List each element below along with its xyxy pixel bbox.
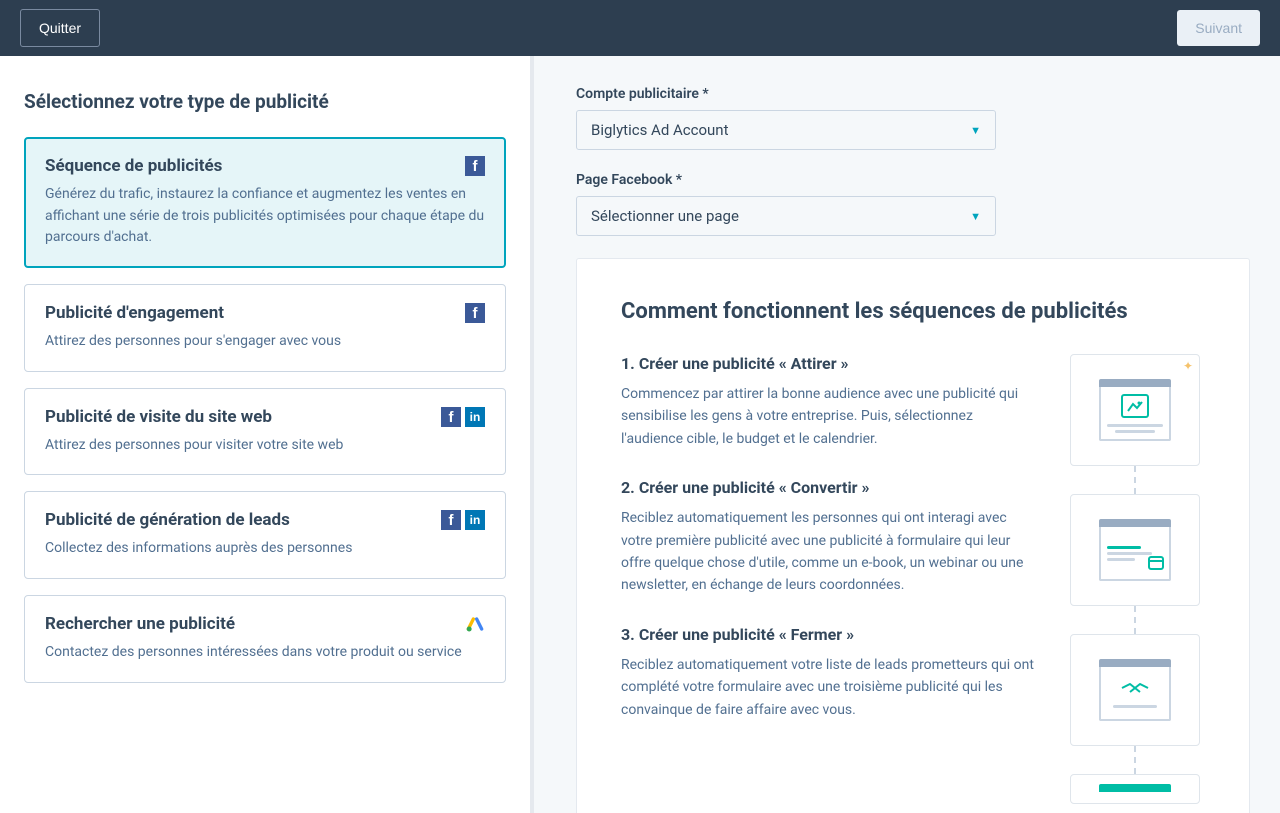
ad-type-card-lead-gen[interactable]: Publicité de génération de leads f in Co…	[24, 491, 506, 579]
right-panel: Compte publicitaire * Biglytics Ad Accou…	[534, 56, 1280, 813]
main: Sélectionnez votre type de publicité Séq…	[0, 56, 1280, 813]
card-desc: Attirez des personnes pour s'engager ave…	[45, 331, 485, 353]
image-icon	[1121, 394, 1149, 418]
graphic-extra	[1070, 774, 1200, 804]
card-title: Publicité d'engagement	[45, 303, 224, 323]
facebook-icon: f	[465, 303, 485, 323]
quit-button[interactable]: Quitter	[20, 9, 100, 47]
step-3: 3. Créer une publicité « Fermer » Recibl…	[621, 625, 1035, 721]
facebook-page-label: Page Facebook *	[576, 172, 1250, 188]
card-desc: Attirez des personnes pour visiter votre…	[45, 435, 485, 457]
facebook-icon: f	[441, 510, 461, 530]
steps-graphic: ✦	[1065, 354, 1205, 804]
facebook-page-select[interactable]: Sélectionner une page ▼	[576, 196, 996, 236]
card-desc: Générez du trafic, instaurez la confianc…	[45, 184, 485, 249]
card-title: Publicité de génération de leads	[45, 510, 290, 530]
graphic-attract: ✦	[1070, 354, 1200, 466]
step-desc: Commencez par attirer la bonne audience …	[621, 383, 1035, 450]
graphic-close	[1070, 634, 1200, 746]
steps-list: 1. Créer une publicité « Attirer » Comme…	[621, 354, 1035, 804]
info-heading: Comment fonctionnent les séquences de pu…	[621, 299, 1205, 324]
topbar: Quitter Suivant	[0, 0, 1280, 56]
linkedin-icon: in	[465, 510, 485, 530]
linkedin-icon: in	[465, 407, 485, 427]
chevron-down-icon: ▼	[970, 124, 981, 137]
step-1: 1. Créer une publicité « Attirer » Comme…	[621, 354, 1035, 450]
chevron-down-icon: ▼	[970, 210, 981, 223]
ad-type-card-search[interactable]: Rechercher une publicité Contactez des p…	[24, 595, 506, 683]
step-desc: Reciblez automatiquement les personnes q…	[621, 507, 1035, 597]
info-box: Comment fonctionnent les séquences de pu…	[576, 258, 1250, 813]
facebook-icon: f	[441, 407, 461, 427]
handshake-icon	[1118, 678, 1152, 702]
ad-type-card-website-visit[interactable]: Publicité de visite du site web f in Att…	[24, 388, 506, 476]
card-desc: Contactez des personnes intéressées dans…	[45, 642, 485, 664]
facebook-icon: f	[465, 156, 485, 176]
ad-type-card-engagement[interactable]: Publicité d'engagement f Attirez des per…	[24, 284, 506, 372]
graphic-convert	[1070, 494, 1200, 606]
left-panel: Sélectionnez votre type de publicité Séq…	[0, 56, 530, 813]
step-desc: Reciblez automatiquement votre liste de …	[621, 654, 1035, 721]
calendar-icon	[1147, 553, 1165, 575]
card-desc: Collectez des informations auprès des pe…	[45, 538, 485, 560]
card-title: Séquence de publicités	[45, 156, 222, 176]
account-select-value: Biglytics Ad Account	[591, 121, 729, 139]
google-ads-icon	[465, 614, 485, 634]
step-2: 2. Créer une publicité « Convertir » Rec…	[621, 478, 1035, 597]
left-heading: Sélectionnez votre type de publicité	[24, 90, 506, 113]
account-label: Compte publicitaire *	[576, 86, 1250, 102]
facebook-page-select-value: Sélectionner une page	[591, 207, 739, 225]
ad-type-card-sequence[interactable]: Séquence de publicités f Générez du traf…	[24, 137, 506, 268]
card-title: Rechercher une publicité	[45, 614, 235, 634]
next-button[interactable]: Suivant	[1177, 10, 1260, 46]
account-select[interactable]: Biglytics Ad Account ▼	[576, 110, 996, 150]
card-title: Publicité de visite du site web	[45, 407, 272, 427]
